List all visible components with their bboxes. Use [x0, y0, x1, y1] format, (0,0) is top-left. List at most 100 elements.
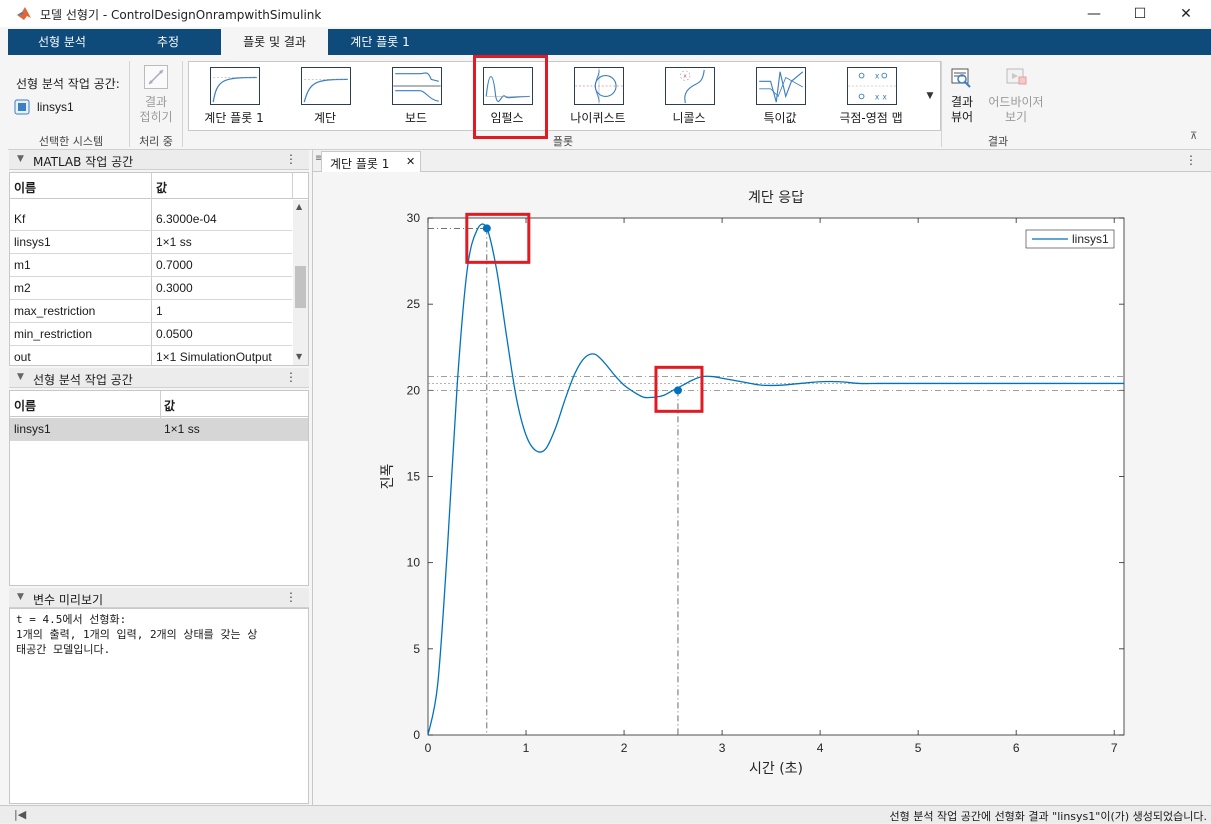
- doc-tab-label: 계단 플롯 1: [330, 157, 390, 171]
- collapse-results-button[interactable]: 결과 접히기: [136, 95, 176, 125]
- tab-plots-results[interactable]: 플롯 및 결과: [221, 29, 328, 55]
- y-tick-label: 10: [407, 556, 421, 570]
- panel-title: 변수 미리보기: [33, 593, 104, 607]
- legend-label: linsys1: [1072, 232, 1109, 246]
- title-bar: 모델 선형기 - ControlDesignOnrampwithSimulink…: [0, 0, 1211, 27]
- table-row[interactable]: linsys1 1×1 ss: [10, 231, 292, 254]
- gallery-expand-chevron-icon[interactable]: ▼: [920, 61, 940, 131]
- svg-text:x: x: [875, 92, 880, 101]
- maximize-button[interactable]: ☐: [1117, 0, 1163, 27]
- step-response-chart[interactable]: 계단 응답 시간 (초) 진폭 0 1 2 3 4 5 6 7 0 5 10 15 20 25 30 lin…: [313, 172, 1210, 804]
- table-row[interactable]: out 1×1 SimulationOutput: [10, 346, 292, 369]
- x-tick-label: 6: [1013, 741, 1020, 755]
- collapse-ribbon-icon[interactable]: ⊼: [1190, 131, 1197, 142]
- bode-thumbnail-icon: [392, 67, 442, 105]
- close-button[interactable]: ✕: [1163, 0, 1209, 27]
- table-row-selected[interactable]: linsys1 1×1 ss: [10, 418, 308, 441]
- column-header-value[interactable]: 값: [156, 179, 167, 196]
- section-label-plots: 플롯: [552, 135, 574, 148]
- table-row[interactable]: max_restriction 1: [10, 300, 292, 323]
- gallery-item-step-plot-1[interactable]: 계단 플롯 1: [191, 65, 277, 127]
- singular-values-thumbnail-icon: [756, 67, 806, 105]
- preview-line: 태공간 모델입니다.: [16, 643, 111, 656]
- scroll-up-icon[interactable]: ▲: [296, 202, 302, 211]
- main-tab-bar: 선형 분석 추정 플롯 및 결과 계단 플롯 1: [8, 29, 1211, 55]
- collapse-arrow-icon[interactable]: ▼: [17, 592, 24, 602]
- pole-zero-thumbnail-icon: xx x: [847, 67, 897, 105]
- gallery-item-bode[interactable]: 보드: [373, 65, 459, 127]
- plot-axes[interactable]: [427, 217, 1125, 736]
- panel-menu-icon[interactable]: ⋮: [285, 152, 297, 166]
- selected-system-item[interactable]: linsys1: [37, 100, 74, 114]
- gallery-label: 계단: [313, 111, 337, 125]
- x-tick-label: 5: [915, 741, 922, 755]
- table-row[interactable]: Kf 6.3000e-04: [10, 208, 292, 231]
- y-tick-label: 20: [407, 383, 421, 397]
- matlab-workspace-table: 이름 값 Kf 6.3000e-04 linsys1 1×1 ss m1 0.7000…: [9, 172, 309, 366]
- settling-time-marker[interactable]: [673, 386, 682, 395]
- document-menu-icon[interactable]: ⋮: [1185, 153, 1197, 167]
- scroll-down-icon[interactable]: ▼: [296, 352, 302, 361]
- preview-line: t = 4.5에서 선형화:: [16, 613, 127, 626]
- ribbon-divider: [941, 61, 942, 147]
- system-icon: [14, 99, 30, 115]
- doc-tab-step-plot-1[interactable]: 계단 플롯 1 ✕: [321, 151, 421, 172]
- document-tab-bar: ≡ 계단 플롯 1 ✕ ⋮: [313, 150, 1211, 172]
- y-tick-label: 15: [407, 470, 421, 484]
- chart-legend[interactable]: linsys1: [1025, 229, 1115, 249]
- tab-step-plot-1[interactable]: 계단 플롯 1: [330, 29, 430, 55]
- ribbon-divider: [129, 61, 130, 147]
- app-window: 모델 선형기 - ControlDesignOnrampwithSimulink…: [0, 0, 1211, 823]
- status-bar: |◀ 선형 분석 작업 공간에 선형화 결과 "linsys1"이(가) 생성되…: [0, 805, 1211, 823]
- collapse-arrow-icon[interactable]: ▼: [17, 154, 24, 164]
- gallery-item-pole-zero-map[interactable]: xxx 극점-영점 맵: [828, 65, 914, 127]
- gallery-label: 나이퀴스트: [570, 111, 626, 125]
- step-thumbnail-icon: [301, 67, 351, 105]
- svg-text:x: x: [683, 73, 687, 79]
- table-row[interactable]: min_restriction 0.0500: [10, 323, 292, 346]
- tab-linear-analysis[interactable]: 선형 분석: [8, 29, 116, 55]
- step-plot-thumbnail-icon: [210, 67, 260, 105]
- gallery-item-nyquist[interactable]: 나이퀴스트: [555, 65, 641, 127]
- chart-title: 계단 응답: [748, 190, 804, 206]
- close-tab-icon[interactable]: ✕: [406, 155, 415, 168]
- plot-gallery: 계단 플롯 1 계단 보드 임펄스 나이퀴스트 x 니콜스 특이값 x x x …: [188, 61, 941, 131]
- column-header-value[interactable]: 값: [164, 397, 175, 414]
- panel-menu-icon[interactable]: ⋮: [285, 590, 297, 604]
- peak-response-marker[interactable]: [482, 224, 491, 233]
- ribbon-divider: [182, 61, 183, 147]
- y-tick-label: 5: [413, 642, 420, 656]
- table-row[interactable]: m1 0.7000: [10, 254, 292, 277]
- table-row[interactable]: m2 0.3000: [10, 277, 292, 300]
- tab-estimation[interactable]: 추정: [116, 29, 220, 55]
- minimize-button[interactable]: —: [1071, 0, 1117, 27]
- scrollbar-thumb[interactable]: [295, 266, 306, 308]
- gallery-label: 니콜스: [672, 111, 706, 125]
- result-viewer-button[interactable]: 결과 뷰어: [944, 95, 980, 125]
- gallery-item-step[interactable]: 계단: [282, 65, 368, 127]
- section-label-processing: 처리 중: [139, 135, 173, 148]
- advisor-button[interactable]: 어드바이저 보기: [984, 95, 1048, 125]
- x-axis-label: 시간 (초): [749, 761, 803, 777]
- scrollbar[interactable]: ▲ ▼: [293, 200, 308, 365]
- panel-toggle-icon[interactable]: |◀: [14, 808, 26, 821]
- result-viewer-icon: [950, 65, 974, 89]
- gallery-item-singular-values[interactable]: 특이값: [737, 65, 823, 127]
- collapse-results-icon: [144, 65, 168, 89]
- panel-title: 선형 분석 작업 공간: [33, 373, 133, 387]
- panel-menu-icon[interactable]: ⋮: [285, 370, 297, 384]
- nyquist-thumbnail-icon: [574, 67, 624, 105]
- section-label-results: 결과: [987, 135, 1009, 148]
- linear-workspace-header[interactable]: ▼ 선형 분석 작업 공간 ⋮: [9, 368, 309, 388]
- linear-workspace-table: 이름 값 linsys1 1×1 ss: [9, 390, 309, 586]
- matlab-workspace-header[interactable]: ▼ MATLAB 작업 공간 ⋮: [9, 150, 309, 170]
- column-header-name[interactable]: 이름: [14, 179, 36, 196]
- gallery-label: 계단 플롯 1: [204, 111, 264, 125]
- gallery-label: 극점-영점 맵: [839, 111, 903, 125]
- y-tick-label: 30: [407, 211, 421, 225]
- variable-preview-header[interactable]: ▼ 변수 미리보기 ⋮: [9, 588, 309, 608]
- column-header-name[interactable]: 이름: [14, 397, 36, 414]
- collapse-arrow-icon[interactable]: ▼: [17, 372, 24, 382]
- nichols-thumbnail-icon: x: [665, 67, 715, 105]
- gallery-item-nichols[interactable]: x 니콜스: [646, 65, 732, 127]
